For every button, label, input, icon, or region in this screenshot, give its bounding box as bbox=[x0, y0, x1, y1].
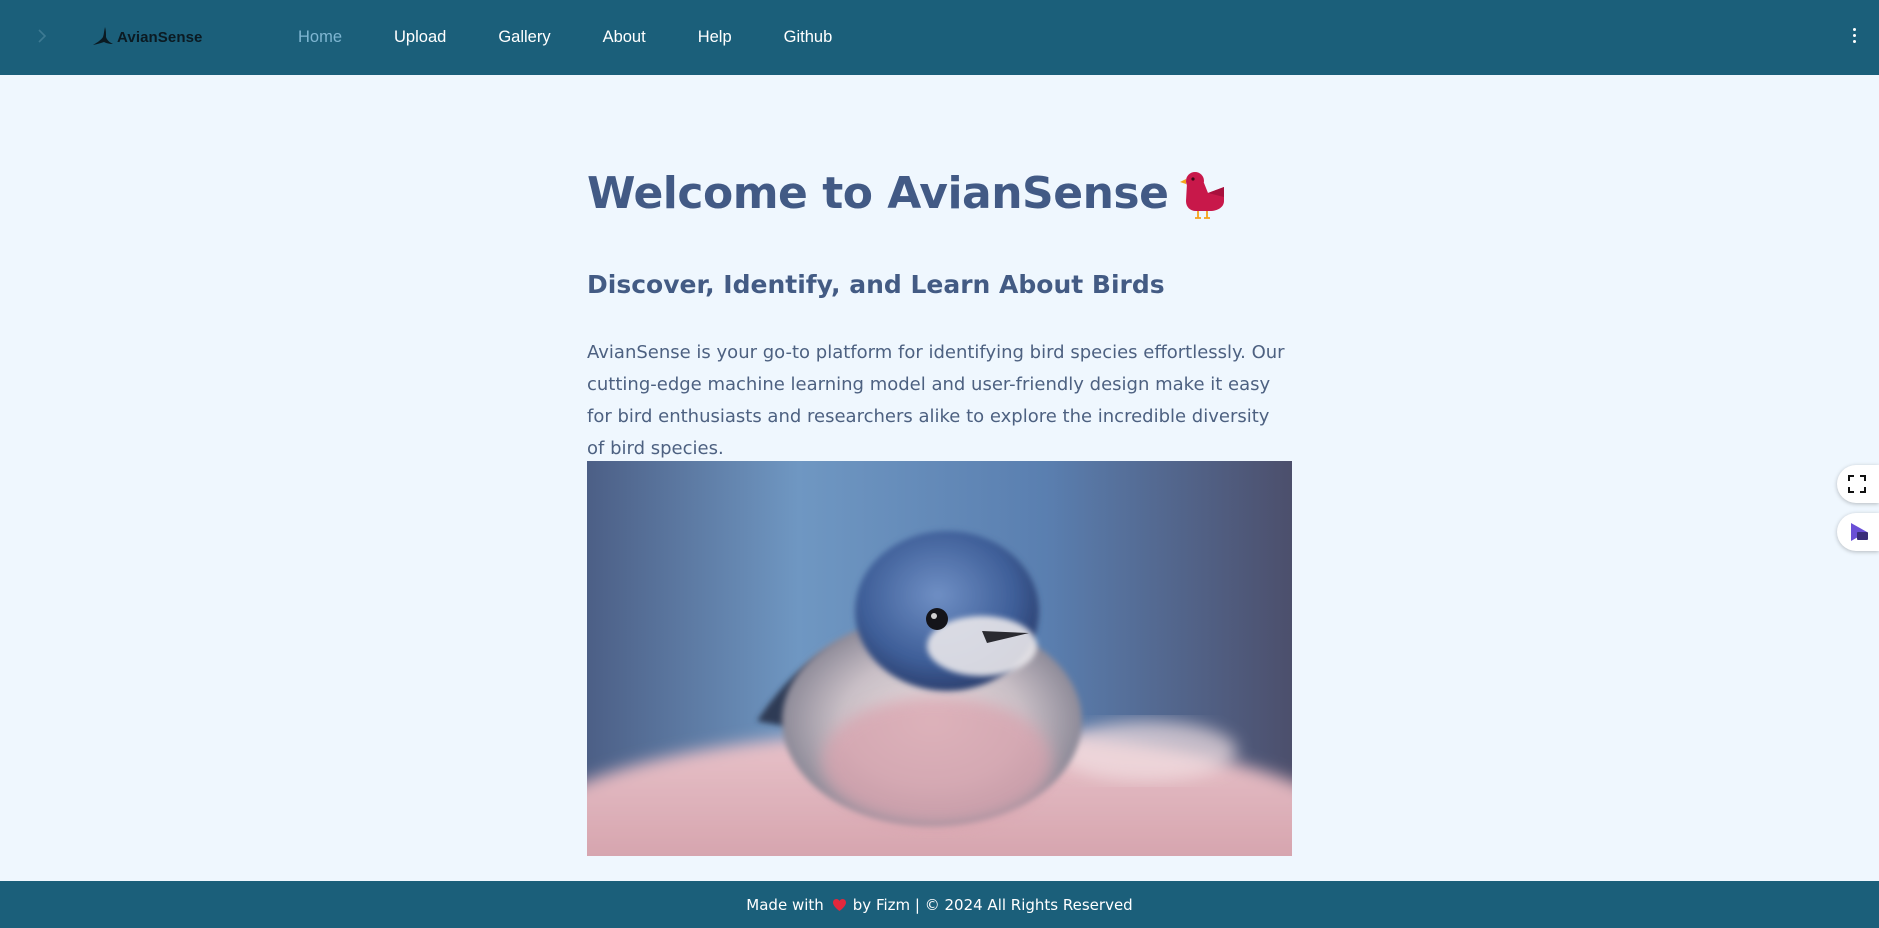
footer-made-with: Made with bbox=[746, 895, 824, 914]
extension-icon bbox=[1851, 523, 1868, 541]
top-navbar: AvianSense Home Upload Gallery About Hel… bbox=[0, 0, 1879, 75]
fullscreen-button[interactable] bbox=[1837, 465, 1879, 503]
bird-photo bbox=[587, 461, 1292, 856]
brand-name: AvianSense bbox=[117, 28, 203, 46]
nav-link-home[interactable]: Home bbox=[298, 28, 342, 47]
bird-icon bbox=[1180, 172, 1225, 219]
footer-credits: by Fizm | © 2024 All Rights Reserved bbox=[852, 895, 1133, 914]
title-row: Welcome to AvianSense bbox=[587, 163, 1226, 223]
nav-link-help[interactable]: Help bbox=[698, 28, 732, 47]
more-menu-button[interactable] bbox=[1849, 28, 1859, 48]
kebab-dot bbox=[1852, 34, 1856, 37]
nav-link-about[interactable]: About bbox=[603, 28, 646, 47]
nav-link-gallery[interactable]: Gallery bbox=[498, 28, 550, 47]
fullscreen-icon bbox=[1848, 475, 1866, 493]
sidebar-toggle-button[interactable] bbox=[34, 26, 50, 46]
chevron-right-icon bbox=[38, 29, 47, 43]
bird-logo-icon bbox=[93, 27, 113, 45]
nav-link-upload[interactable]: Upload bbox=[394, 28, 446, 47]
page-subtitle: Discover, Identify, and Learn About Bird… bbox=[587, 270, 1165, 299]
intro-paragraph: AvianSense is your go-to platform for id… bbox=[587, 342, 1285, 459]
page-title: Welcome to AvianSense bbox=[587, 167, 1169, 219]
heart-icon bbox=[832, 898, 847, 912]
nav-link-github[interactable]: Github bbox=[784, 28, 833, 47]
extension-button[interactable] bbox=[1837, 513, 1879, 551]
page-footer: Made with by Fizm | © 2024 All Rights Re… bbox=[0, 881, 1879, 928]
kebab-dot bbox=[1852, 40, 1856, 43]
hero-image bbox=[587, 461, 1292, 856]
kebab-dot bbox=[1852, 28, 1856, 31]
main-nav: Home Upload Gallery About Help Github bbox=[298, 0, 884, 75]
brand-logo[interactable]: AvianSense bbox=[92, 24, 203, 50]
